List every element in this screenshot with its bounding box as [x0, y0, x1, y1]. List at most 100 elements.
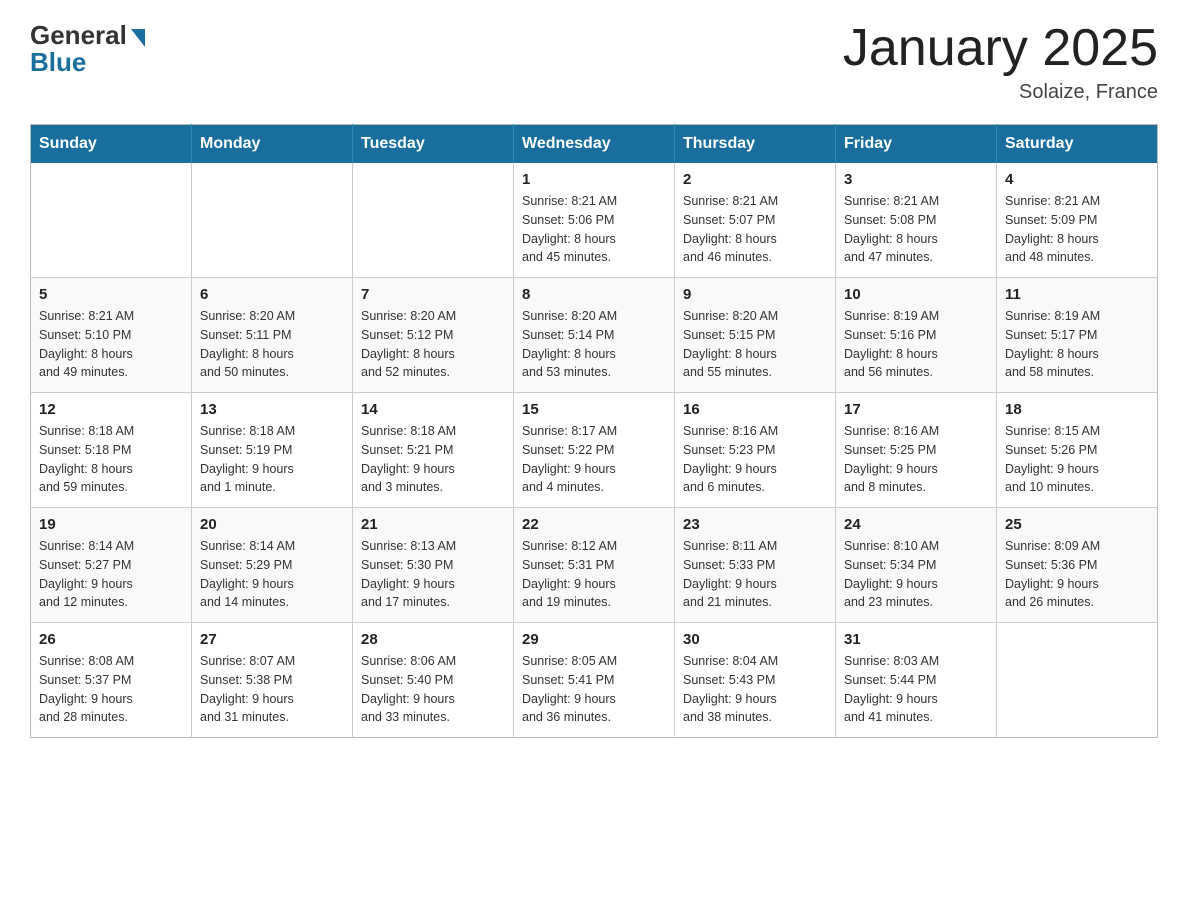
calendar-body: 1Sunrise: 8:21 AMSunset: 5:06 PMDaylight…: [31, 163, 1158, 738]
calendar-cell: 16 Sunrise: 8:16 AMSunset: 5:23 PMDayligh…: [675, 393, 836, 508]
calendar-cell: 7 Sunrise: 8:20 AMSunset: 5:12 PMDaylight…: [353, 278, 514, 393]
day-number: 27: [200, 631, 344, 648]
day-info: Sunrise: 8:12 AMSunset: 5:31 PMDaylight:…: [522, 537, 666, 612]
page-subtitle: Solaize, France: [843, 81, 1158, 104]
day-info: Sunrise: 8:18 AMSunset: 5:19 PMDaylight:…: [200, 422, 344, 497]
calendar-week-row: 26Sunrise: 8:08 AMSunset: 5:37 PMDayligh…: [31, 623, 1158, 738]
day-info: Sunrise: 8:11 AMSunset: 5:33 PMDaylight:…: [683, 537, 827, 612]
calendar-cell: [997, 623, 1158, 738]
day-number: 15: [522, 401, 666, 418]
calendar-week-row: 1Sunrise: 8:21 AMSunset: 5:06 PMDaylight…: [31, 163, 1158, 278]
calendar-cell: 23Sunrise: 8:11 AMSunset: 5:33 PMDayligh…: [675, 508, 836, 623]
day-info: Sunrise: 8:21 AMSunset: 5:08 PMDaylight:…: [844, 192, 988, 267]
calendar-cell: 26Sunrise: 8:08 AMSunset: 5:37 PMDayligh…: [31, 623, 192, 738]
day-info: Sunrise: 8:17 AMSunset: 5:22 PMDaylight:…: [522, 422, 666, 497]
calendar-cell: 13 Sunrise: 8:18 AMSunset: 5:19 PMDayligh…: [192, 393, 353, 508]
calendar-cell: 20Sunrise: 8:14 AMSunset: 5:29 PMDayligh…: [192, 508, 353, 623]
logo-arrow-icon: [131, 29, 145, 47]
calendar-week-row: 5 Sunrise: 8:21 AMSunset: 5:10 PMDaylight…: [31, 278, 1158, 393]
day-info: Sunrise: 8:20 AMSunset: 5:14 PMDaylight:…: [522, 307, 666, 382]
day-info: Sunrise: 8:19 AMSunset: 5:17 PMDaylight:…: [1005, 307, 1149, 382]
calendar-cell: 27 Sunrise: 8:07 AMSunset: 5:38 PMDayligh…: [192, 623, 353, 738]
calendar-day-header: Tuesday: [353, 125, 514, 164]
day-number: 3: [844, 171, 988, 188]
day-number: 11: [1005, 286, 1149, 303]
calendar-cell: 17Sunrise: 8:16 AMSunset: 5:25 PMDayligh…: [836, 393, 997, 508]
day-number: 28: [361, 631, 505, 648]
day-info: Sunrise: 8:19 AMSunset: 5:16 PMDaylight:…: [844, 307, 988, 382]
day-info: Sunrise: 8:18 AMSunset: 5:21 PMDaylight:…: [361, 422, 505, 497]
day-number: 20: [200, 516, 344, 533]
page-title: January 2025: [843, 20, 1158, 77]
day-number: 2: [683, 171, 827, 188]
day-info: Sunrise: 8:10 AMSunset: 5:34 PMDaylight:…: [844, 537, 988, 612]
day-info: Sunrise: 8:13 AMSunset: 5:30 PMDaylight:…: [361, 537, 505, 612]
calendar-cell: 5 Sunrise: 8:21 AMSunset: 5:10 PMDaylight…: [31, 278, 192, 393]
calendar-cell: 28 Sunrise: 8:06 AMSunset: 5:40 PMDayligh…: [353, 623, 514, 738]
calendar-day-header: Monday: [192, 125, 353, 164]
calendar-week-row: 12 Sunrise: 8:18 AMSunset: 5:18 PMDayligh…: [31, 393, 1158, 508]
calendar-cell: 21 Sunrise: 8:13 AMSunset: 5:30 PMDayligh…: [353, 508, 514, 623]
calendar-cell: 31 Sunrise: 8:03 AMSunset: 5:44 PMDayligh…: [836, 623, 997, 738]
calendar-day-header: Saturday: [997, 125, 1158, 164]
calendar-cell: 11 Sunrise: 8:19 AMSunset: 5:17 PMDayligh…: [997, 278, 1158, 393]
day-info: Sunrise: 8:03 AMSunset: 5:44 PMDaylight:…: [844, 652, 988, 727]
day-info: Sunrise: 8:21 AMSunset: 5:06 PMDaylight:…: [522, 192, 666, 267]
day-info: Sunrise: 8:20 AMSunset: 5:11 PMDaylight:…: [200, 307, 344, 382]
calendar-day-header: Wednesday: [514, 125, 675, 164]
calendar-cell: 29Sunrise: 8:05 AMSunset: 5:41 PMDayligh…: [514, 623, 675, 738]
calendar-cell: 25Sunrise: 8:09 AMSunset: 5:36 PMDayligh…: [997, 508, 1158, 623]
day-info: Sunrise: 8:07 AMSunset: 5:38 PMDaylight:…: [200, 652, 344, 727]
day-info: Sunrise: 8:20 AMSunset: 5:15 PMDaylight:…: [683, 307, 827, 382]
day-info: Sunrise: 8:15 AMSunset: 5:26 PMDaylight:…: [1005, 422, 1149, 497]
day-info: Sunrise: 8:16 AMSunset: 5:23 PMDaylight:…: [683, 422, 827, 497]
calendar-week-row: 19Sunrise: 8:14 AMSunset: 5:27 PMDayligh…: [31, 508, 1158, 623]
day-number: 8: [522, 286, 666, 303]
title-block: January 2025 Solaize, France: [843, 20, 1158, 104]
day-info: Sunrise: 8:21 AMSunset: 5:10 PMDaylight:…: [39, 307, 183, 382]
calendar-cell: [31, 163, 192, 278]
day-info: Sunrise: 8:18 AMSunset: 5:18 PMDaylight:…: [39, 422, 183, 497]
day-number: 29: [522, 631, 666, 648]
day-number: 16: [683, 401, 827, 418]
calendar-cell: 12 Sunrise: 8:18 AMSunset: 5:18 PMDayligh…: [31, 393, 192, 508]
page-header: General Blue January 2025 Solaize, Franc…: [30, 20, 1158, 104]
day-number: 22: [522, 516, 666, 533]
calendar-cell: 1Sunrise: 8:21 AMSunset: 5:06 PMDaylight…: [514, 163, 675, 278]
calendar-header: SundayMondayTuesdayWednesdayThursdayFrid…: [31, 125, 1158, 164]
day-number: 24: [844, 516, 988, 533]
logo: General Blue: [30, 20, 145, 78]
day-number: 12: [39, 401, 183, 418]
day-info: Sunrise: 8:20 AMSunset: 5:12 PMDaylight:…: [361, 307, 505, 382]
day-number: 30: [683, 631, 827, 648]
day-info: Sunrise: 8:06 AMSunset: 5:40 PMDaylight:…: [361, 652, 505, 727]
day-info: Sunrise: 8:04 AMSunset: 5:43 PMDaylight:…: [683, 652, 827, 727]
calendar-cell: 22 Sunrise: 8:12 AMSunset: 5:31 PMDayligh…: [514, 508, 675, 623]
day-number: 4: [1005, 171, 1149, 188]
day-info: Sunrise: 8:21 AMSunset: 5:09 PMDaylight:…: [1005, 192, 1149, 267]
calendar-day-header: Thursday: [675, 125, 836, 164]
calendar-cell: 24 Sunrise: 8:10 AMSunset: 5:34 PMDayligh…: [836, 508, 997, 623]
day-number: 31: [844, 631, 988, 648]
day-number: 9: [683, 286, 827, 303]
day-number: 7: [361, 286, 505, 303]
day-info: Sunrise: 8:14 AMSunset: 5:27 PMDaylight:…: [39, 537, 183, 612]
calendar-cell: 19Sunrise: 8:14 AMSunset: 5:27 PMDayligh…: [31, 508, 192, 623]
day-number: 10: [844, 286, 988, 303]
calendar-cell: 8 Sunrise: 8:20 AMSunset: 5:14 PMDaylight…: [514, 278, 675, 393]
calendar-day-header: Sunday: [31, 125, 192, 164]
calendar-cell: 18Sunrise: 8:15 AMSunset: 5:26 PMDayligh…: [997, 393, 1158, 508]
calendar-table: SundayMondayTuesdayWednesdayThursdayFrid…: [30, 124, 1158, 738]
day-number: 13: [200, 401, 344, 418]
logo-blue-text: Blue: [30, 47, 86, 78]
calendar-cell: 10 Sunrise: 8:19 AMSunset: 5:16 PMDayligh…: [836, 278, 997, 393]
calendar-cell: 2Sunrise: 8:21 AMSunset: 5:07 PMDaylight…: [675, 163, 836, 278]
day-number: 26: [39, 631, 183, 648]
calendar-cell: 30 Sunrise: 8:04 AMSunset: 5:43 PMDayligh…: [675, 623, 836, 738]
day-number: 21: [361, 516, 505, 533]
day-number: 25: [1005, 516, 1149, 533]
calendar-cell: 14Sunrise: 8:18 AMSunset: 5:21 PMDayligh…: [353, 393, 514, 508]
calendar-day-header: Friday: [836, 125, 997, 164]
calendar-cell: 3 Sunrise: 8:21 AMSunset: 5:08 PMDaylight…: [836, 163, 997, 278]
day-number: 5: [39, 286, 183, 303]
